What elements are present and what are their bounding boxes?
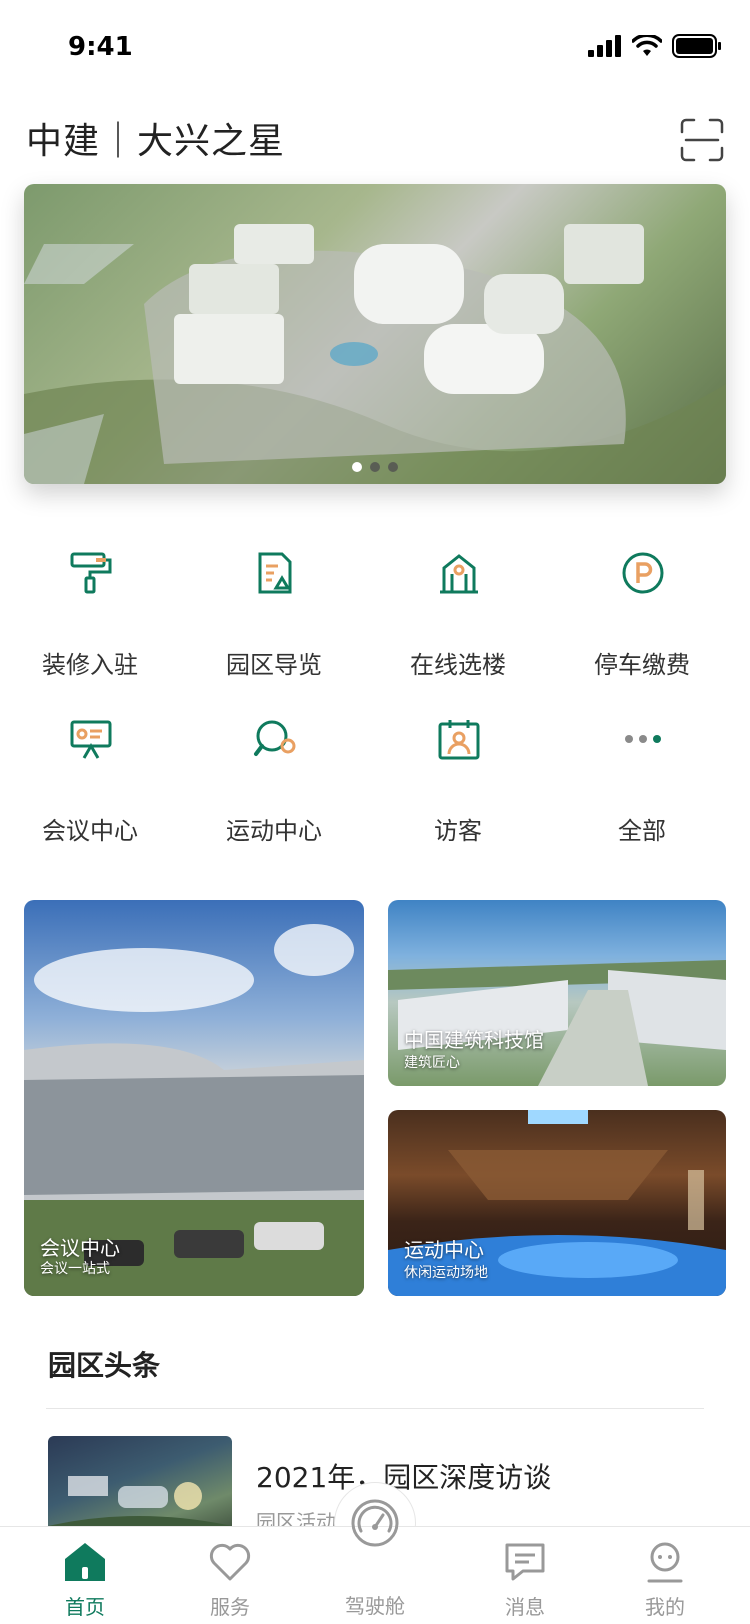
parking-icon (622, 552, 664, 594)
quick-action-label: 停车缴费 (594, 651, 690, 679)
quick-action-label: 在线选楼 (410, 651, 506, 679)
quick-action-renovation[interactable]: 装修入驻 (0, 550, 180, 690)
message-icon (505, 1543, 545, 1581)
page-title: 中建｜大兴之星 (26, 121, 286, 162)
presentation-icon (70, 720, 112, 759)
tab-label: 消息 (505, 1595, 545, 1619)
banner-carousel[interactable] (24, 184, 726, 484)
quick-action-all[interactable]: 全部 (552, 716, 732, 856)
tab-label: 我的 (645, 1595, 685, 1619)
ping-pong-icon (254, 720, 296, 756)
heart-icon (209, 1543, 251, 1581)
news-section-heading: 园区头条 (48, 1349, 161, 1382)
carousel-dots (24, 462, 726, 472)
feature-card-tech-museum[interactable]: 中国建筑科技馆 建筑匠心 (388, 900, 726, 1086)
card-title: 会议中心 (40, 1236, 120, 1260)
carousel-dot[interactable] (388, 462, 398, 472)
status-time: 9:41 (68, 32, 133, 62)
visitor-badge-icon (438, 720, 480, 760)
status-bar: 9:41 (0, 0, 750, 96)
quick-action-label: 运动中心 (226, 817, 322, 845)
feature-card-meeting[interactable]: 会议中心 会议一站式 (24, 900, 364, 1296)
quick-action-online-selection[interactable]: 在线选楼 (368, 550, 548, 690)
status-icons (588, 34, 722, 58)
cellular-signal-icon (588, 35, 621, 57)
card-subtitle: 会议一站式 (40, 1261, 110, 1277)
paint-roller-icon (70, 552, 112, 594)
quick-action-label: 会议中心 (42, 817, 138, 845)
tab-cockpit-label[interactable]: 驾驶舱 (300, 1590, 450, 1619)
card-title: 中国建筑科技馆 (404, 1028, 544, 1052)
tab-profile[interactable]: 我的 (590, 1527, 740, 1624)
card-subtitle: 建筑匠心 (404, 1055, 460, 1071)
quick-action-label: 装修入驻 (42, 651, 138, 679)
quick-action-visitor[interactable]: 访客 (368, 716, 548, 856)
quick-action-sports[interactable]: 运动中心 (184, 716, 364, 856)
news-item-title[interactable]: 2021年，园区深度访谈 (256, 1456, 551, 1496)
card-title: 运动中心 (404, 1238, 484, 1262)
quick-action-park-guide[interactable]: 园区导览 (184, 550, 364, 690)
wifi-icon (632, 35, 662, 56)
quick-action-label: 访客 (434, 817, 482, 845)
tab-label: 首页 (65, 1595, 105, 1619)
tab-messages[interactable]: 消息 (450, 1527, 600, 1624)
header: 中建｜大兴之星 (0, 96, 750, 180)
map-document-icon (258, 552, 292, 594)
quick-action-label: 园区导览 (226, 651, 322, 679)
carousel-dot-active[interactable] (352, 462, 362, 472)
tab-home[interactable]: 首页 (10, 1527, 160, 1624)
battery-icon (672, 34, 721, 58)
tab-services[interactable]: 服务 (155, 1527, 305, 1624)
scan-icon[interactable] (680, 118, 724, 162)
quick-action-parking[interactable]: 停车缴费 (552, 550, 732, 690)
feature-card-sports[interactable]: 运动中心 休闲运动场地 (388, 1110, 726, 1296)
dashboard-gauge-icon[interactable] (349, 1497, 401, 1549)
home-icon (65, 1543, 105, 1581)
card-subtitle: 休闲运动场地 (404, 1265, 488, 1281)
banner-image (24, 224, 726, 484)
news-divider (46, 1408, 704, 1409)
profile-icon (647, 1542, 683, 1583)
quick-action-meeting[interactable]: 会议中心 (0, 716, 180, 856)
tab-label: 服务 (210, 1595, 250, 1619)
building-icon (440, 554, 478, 594)
carousel-dot[interactable] (370, 462, 380, 472)
quick-action-label: 全部 (618, 817, 666, 845)
more-dots-icon (625, 735, 661, 743)
